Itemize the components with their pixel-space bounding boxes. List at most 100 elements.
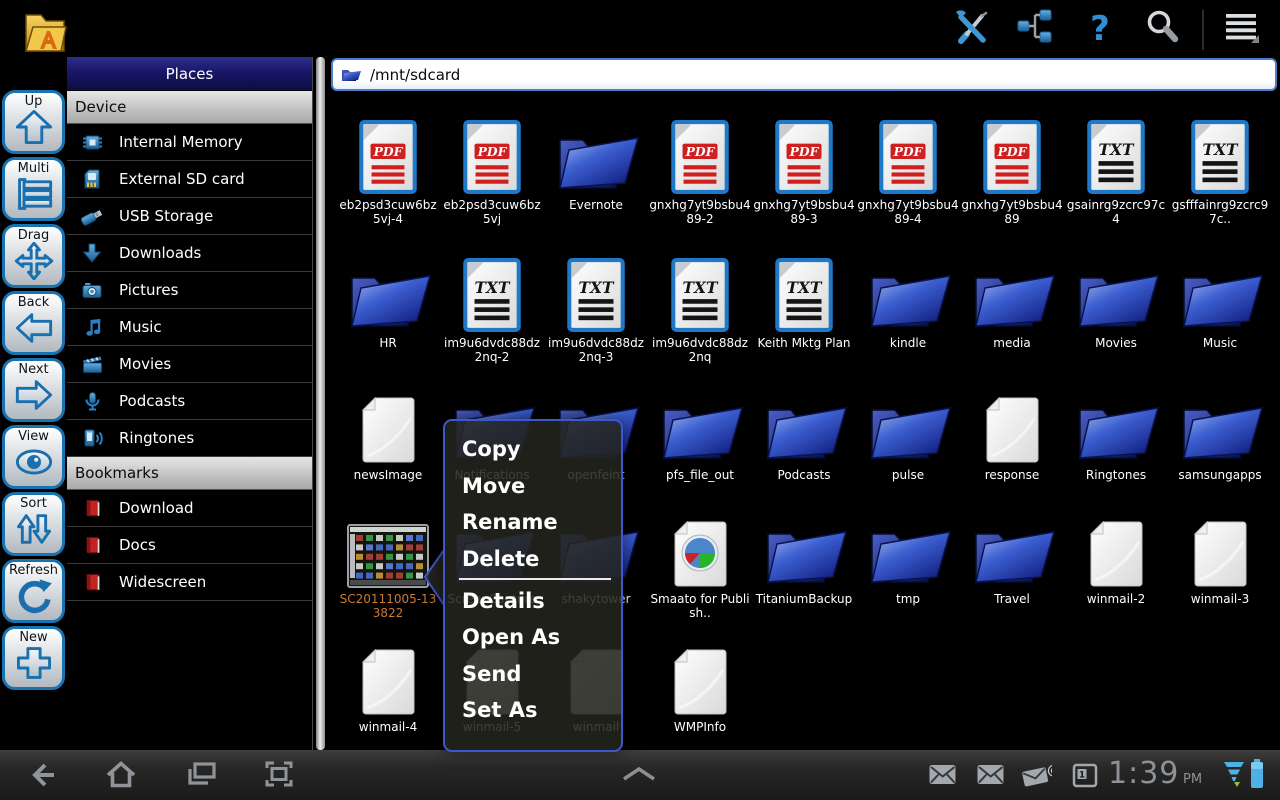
file-item-podcasts[interactable]: Podcasts [752, 382, 856, 482]
places-item-podcasts[interactable]: Podcasts [67, 383, 312, 420]
places-item-downloads[interactable]: Downloads [67, 235, 312, 272]
context-menu-item-delete[interactable]: Delete [445, 541, 621, 578]
file-item-titaniumbackup[interactable]: TitaniumBackup [752, 506, 856, 606]
back-nav-button[interactable] [24, 757, 60, 793]
file-item-eb2psd3cuw6bz5vj[interactable]: PDFeb2psd3cuw6bz5vj [440, 112, 544, 226]
email-notification-icon[interactable] [928, 762, 958, 793]
file-item-label: gnxhg7yt9bsbu489-4 [857, 198, 959, 226]
screenshot-nav-button[interactable] [261, 757, 297, 793]
rail-button-drag[interactable]: Drag [2, 224, 65, 288]
rail-button-multi[interactable]: Multi [2, 157, 65, 221]
file-item-label: Smaato for Publish.. [649, 592, 751, 620]
file-item-pulse[interactable]: pulse [856, 382, 960, 482]
file-item-evernote[interactable]: Evernote [544, 112, 648, 212]
file-item-im9u6dvdc88dz2nq-2[interactable]: TXTim9u6dvdc88dz2nq-2 [440, 250, 544, 364]
places-item-download[interactable]: Download [67, 490, 312, 527]
file-item-label: gnxhg7yt9bsbu489 [961, 198, 1063, 226]
file-item-media[interactable]: media [960, 250, 1064, 350]
places-item-movies[interactable]: Movies [67, 346, 312, 383]
svg-text:TXT: TXT [1099, 141, 1135, 159]
file-item-music[interactable]: Music [1168, 250, 1272, 350]
file-item-gnxhg7yt9bsbu489-4[interactable]: PDFgnxhg7yt9bsbu489-4 [856, 112, 960, 226]
file-item-label: HR [379, 336, 396, 350]
file-item-label: Ringtones [1086, 468, 1146, 482]
file-item-label: samsungapps [1178, 468, 1261, 482]
file-item-smaato-for-publish[interactable]: Smaato for Publish.. [648, 506, 752, 620]
file-item-hr[interactable]: HR [336, 250, 440, 350]
places-item-external-sd-card[interactable]: External SD card [67, 161, 312, 198]
places-item-widescreen[interactable]: Widescreen [67, 564, 312, 601]
places-item-docs[interactable]: Docs [67, 527, 312, 564]
file-item-kindle[interactable]: kindle [856, 250, 960, 350]
file-item-newsimage[interactable]: newsImage [336, 382, 440, 482]
file-item-im9u6dvdc88dz2nq[interactable]: TXTim9u6dvdc88dz2nq [648, 250, 752, 364]
email-at-notification-icon[interactable]: @ [1022, 762, 1052, 793]
rail-button-refresh[interactable]: Refresh [2, 559, 65, 623]
file-item-label: kindle [890, 336, 926, 350]
clock[interactable]: 1:39 [1108, 756, 1179, 791]
rail-button-up[interactable]: Up [2, 90, 65, 154]
file-item-pfs-file-out[interactable]: pfs_file_out [648, 382, 752, 482]
file-item-im9u6dvdc88dz2nq-3[interactable]: TXTim9u6dvdc88dz2nq-3 [544, 250, 648, 364]
context-menu-item-rename[interactable]: Rename [445, 504, 621, 541]
search-button[interactable] [1143, 9, 1185, 51]
places-item-ringtones[interactable]: Ringtones [67, 420, 312, 457]
file-item-gsfffainrg9zcrc97c[interactable]: TXTgsfffainrg9zcrc97c.. [1168, 112, 1272, 226]
rail-button-next[interactable]: Next [2, 358, 65, 422]
places-panel: Places DeviceInternal MemoryExternal SD … [67, 57, 313, 750]
back-icon [14, 311, 54, 351]
email-notification-icon[interactable] [976, 762, 1006, 793]
file-item-tmp[interactable]: tmp [856, 506, 960, 606]
file-item-winmail-3[interactable]: winmail-3 [1168, 506, 1272, 606]
chevron-up-icon[interactable] [620, 766, 658, 786]
file-item-label: response [985, 468, 1040, 482]
file-item-keith-mktg-plan[interactable]: TXTKeith Mktg Plan [752, 250, 856, 350]
rail-button-view[interactable]: View [2, 425, 65, 489]
places-item-internal-memory[interactable]: Internal Memory [67, 124, 312, 161]
places-item-usb-storage[interactable]: USB Storage [67, 198, 312, 235]
file-item-wmpinfo[interactable]: WMPInfo [648, 634, 752, 734]
file-item-label: eb2psd3cuw6bz5vj [441, 198, 543, 226]
rail-button-new[interactable]: New [2, 626, 65, 690]
menu-button[interactable] [1221, 9, 1263, 51]
astro-app-icon[interactable] [20, 3, 68, 55]
path-bar[interactable]: /mnt/sdcard [331, 58, 1277, 91]
context-menu-item-send[interactable]: Send [445, 656, 621, 693]
recents-nav-button[interactable] [183, 757, 219, 793]
file-item-gsainrg9zcrc97c4[interactable]: TXTgsainrg9zcrc97c4 [1064, 112, 1168, 226]
panel-resize-handle[interactable] [316, 57, 325, 750]
file-item-samsungapps[interactable]: samsungapps [1168, 382, 1272, 482]
file-item-label: WMPInfo [674, 720, 726, 734]
places-item-music[interactable]: Music [67, 309, 312, 346]
file-item-travel[interactable]: Travel [960, 506, 1064, 606]
help-button[interactable]: ? [1079, 9, 1121, 51]
svg-text:PDF: PDF [789, 144, 820, 159]
file-item-ringtones[interactable]: Ringtones [1064, 382, 1168, 482]
file-item-gnxhg7yt9bsbu489-2[interactable]: PDFgnxhg7yt9bsbu489-2 [648, 112, 752, 226]
file-item-label: winmail-4 [359, 720, 417, 734]
file-item-gnxhg7yt9bsbu489-3[interactable]: PDFgnxhg7yt9bsbu489-3 [752, 112, 856, 226]
file-item-movies[interactable]: Movies [1064, 250, 1168, 350]
context-menu-item-move[interactable]: Move [445, 468, 621, 505]
rail-button-back[interactable]: Back [2, 291, 65, 355]
file-file-icon [361, 634, 415, 716]
file-item-label: eb2psd3cuw6bz5vj-4 [337, 198, 439, 226]
home-nav-button[interactable] [103, 757, 139, 793]
context-menu-item-details[interactable]: Details [445, 582, 621, 619]
network-button[interactable] [1015, 9, 1057, 51]
context-menu-item-set-as[interactable]: Set As [445, 692, 621, 729]
file-item-eb2psd3cuw6bz5vj-4[interactable]: PDFeb2psd3cuw6bz5vj-4 [336, 112, 440, 226]
context-menu-item-copy[interactable]: Copy [445, 431, 621, 468]
usb-icon [77, 203, 107, 229]
file-item-winmail-2[interactable]: winmail-2 [1064, 506, 1168, 606]
places-item-label: External SD card [119, 170, 245, 188]
tools-button[interactable] [951, 9, 993, 51]
file-item-gnxhg7yt9bsbu489[interactable]: PDFgnxhg7yt9bsbu489 [960, 112, 1064, 226]
context-menu-item-open-as[interactable]: Open As [445, 619, 621, 656]
file-item-winmail-4[interactable]: winmail-4 [336, 634, 440, 734]
file-item-response[interactable]: response [960, 382, 1064, 482]
calendar-notification-icon[interactable]: 1 [1072, 762, 1102, 793]
rail-button-sort[interactable]: Sort [2, 492, 65, 556]
folder-icon [1072, 382, 1160, 464]
places-item-pictures[interactable]: Pictures [67, 272, 312, 309]
